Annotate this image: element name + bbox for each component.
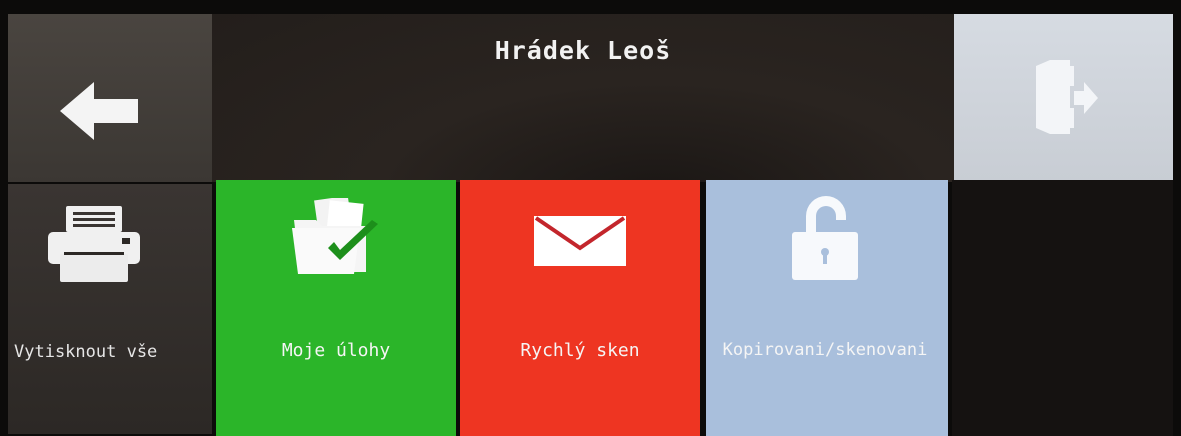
logout-button[interactable] <box>954 14 1173 182</box>
tile-label: Vytisknout vše <box>14 342 158 362</box>
back-button[interactable] <box>8 14 212 182</box>
exit-door-icon <box>1036 60 1098 134</box>
unlock-icon <box>792 196 858 280</box>
envelope-icon <box>534 216 626 266</box>
arrow-left-icon <box>60 82 138 140</box>
user-name: Hrádek Leoš <box>494 36 672 65</box>
tile-label: Kopirovani/skenovani <box>722 340 928 360</box>
empty-tile <box>952 180 1173 436</box>
printer-icon <box>48 206 140 282</box>
print-all-tile[interactable]: Vytisknout vše <box>8 184 212 434</box>
quick-scan-tile[interactable]: Rychlý sken <box>460 180 700 436</box>
tile-label: Moje úlohy <box>281 340 391 361</box>
my-jobs-tile[interactable]: Moje úlohy <box>216 180 456 436</box>
folder-check-icon <box>292 198 378 274</box>
tile-label: Rychlý sken <box>520 340 640 361</box>
kiosk-screen: Hrádek Leoš Vytisknout vše Moje úlohy Ry… <box>0 0 1181 436</box>
header-bar: Hrádek Leoš <box>212 14 954 182</box>
copy-scan-tile[interactable]: Kopirovani/skenovani <box>706 180 948 436</box>
